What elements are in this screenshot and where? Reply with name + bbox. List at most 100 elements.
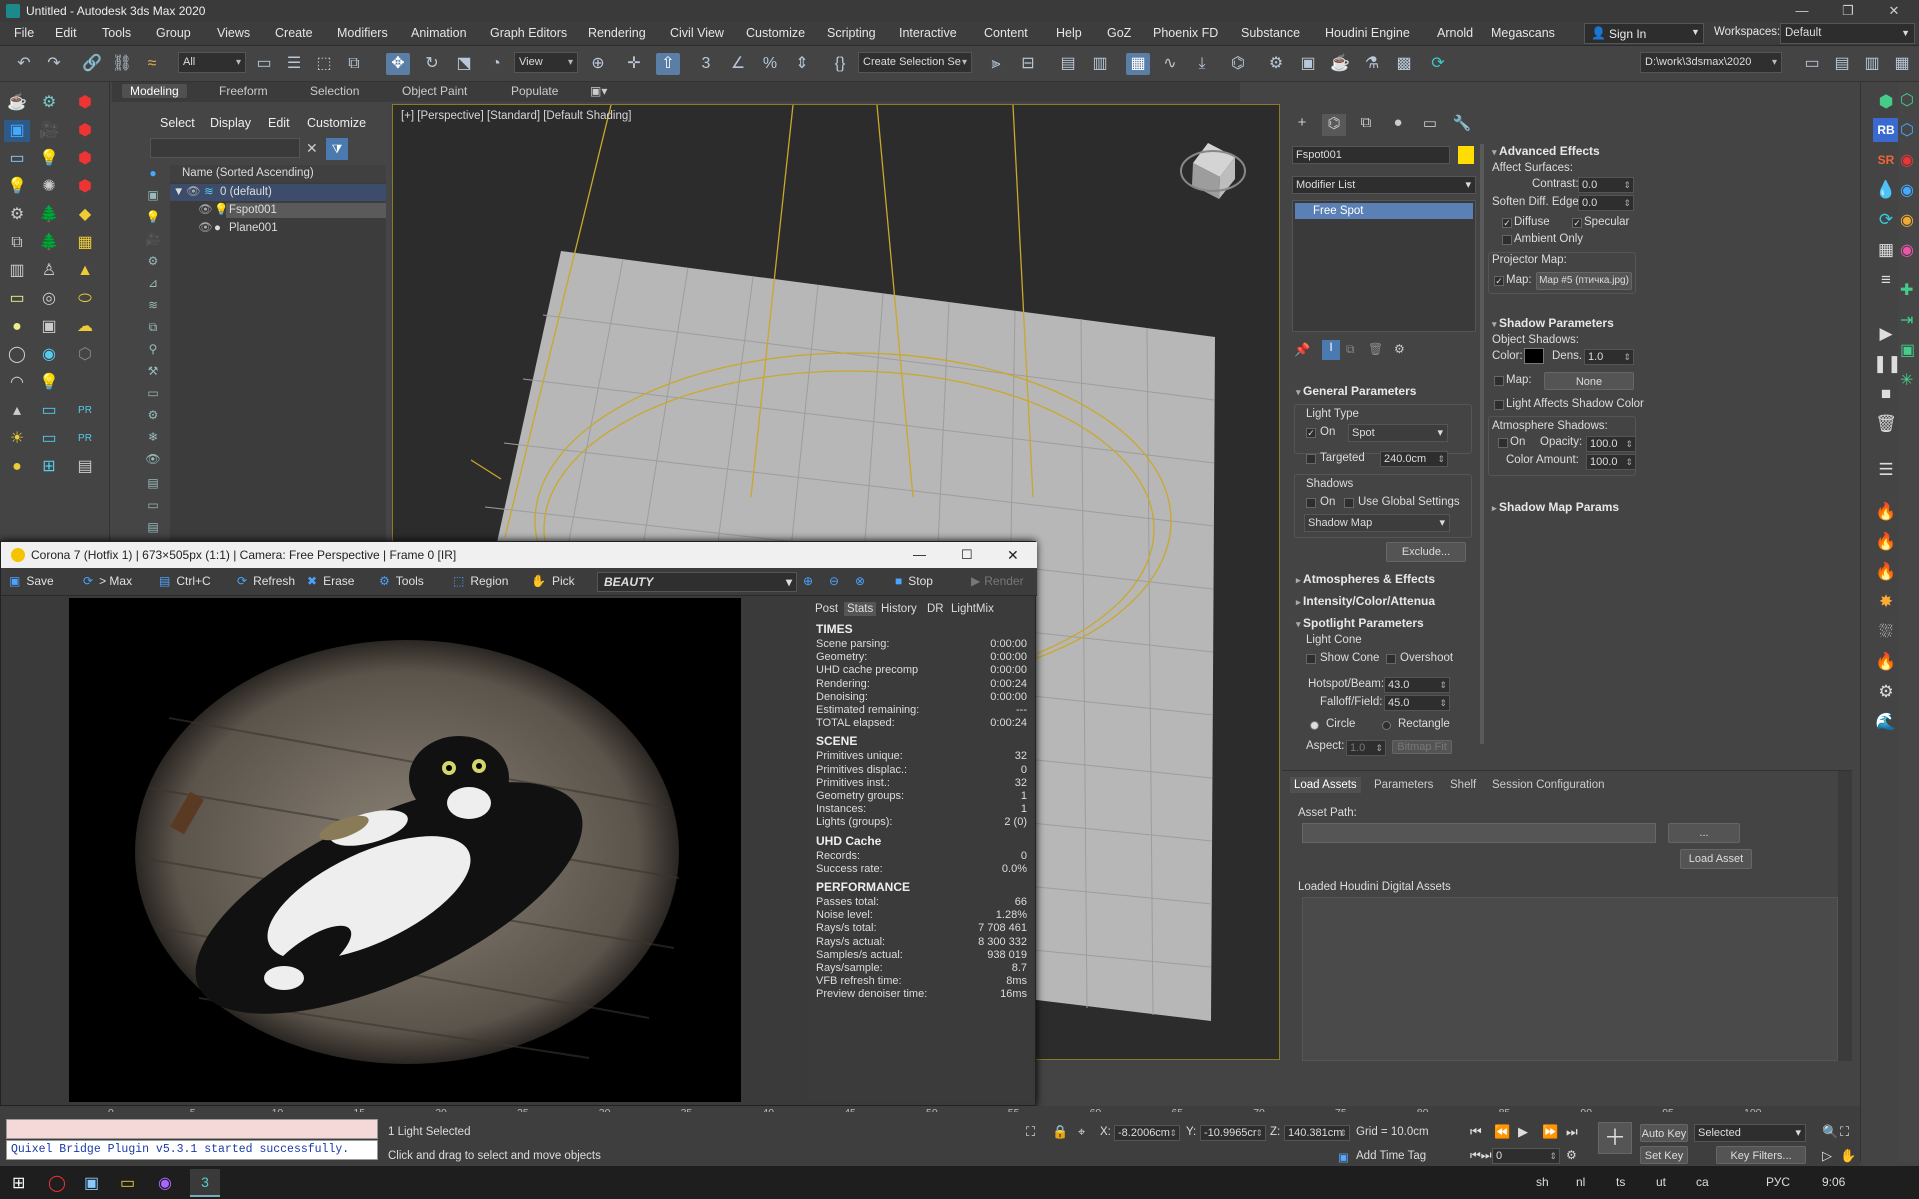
refresh-icon[interactable]: ⟳ <box>1873 208 1899 232</box>
simulate-icon[interactable]: ⚙ <box>1873 680 1899 704</box>
ribbon-toggle-icon[interactable]: ▣▾ <box>590 84 607 98</box>
keyboard-shortcut-icon[interactable]: ⇧ <box>656 53 680 75</box>
menu-graph-editors[interactable]: Graph Editors <box>490 26 567 40</box>
green-tool-icon[interactable]: ✚ <box>1900 280 1913 300</box>
menu-civil-view[interactable]: Civil View <box>670 26 724 40</box>
zoom-fit-icon[interactable]: ⊗ <box>855 574 865 588</box>
viewport-label[interactable]: [+] [Perspective] [Standard] [Default Sh… <box>401 110 631 122</box>
workspace-dropdown[interactable]: Default ▼ <box>1780 23 1915 44</box>
menu-modifiers[interactable]: Modifiers <box>337 26 388 40</box>
goto-end-icon[interactable]: ⏭ <box>1566 1124 1578 1140</box>
utilities-tab-icon[interactable]: 🔧 <box>1450 114 1474 136</box>
global-settings-checkbox[interactable] <box>1344 498 1354 508</box>
grid-icon[interactable]: ▦ <box>72 232 98 254</box>
hex-icon[interactable]: ⬡ <box>1900 90 1914 110</box>
spotlight-params-rollout[interactable]: Spotlight Parameters <box>1296 616 1424 630</box>
menu-animation[interactable]: Animation <box>411 26 467 40</box>
configure-sets-icon[interactable]: ⚙ <box>1394 342 1405 356</box>
fire-icon[interactable]: 🔥 <box>1873 500 1899 524</box>
select-icon[interactable]: ▣ <box>4 120 30 142</box>
green-box-icon[interactable]: ▣ <box>1900 340 1915 360</box>
percent-snap-icon[interactable]: % <box>758 53 782 75</box>
tree-row-fspot[interactable]: 👁 💡 Fspot001 <box>170 202 386 219</box>
select-by-name-icon[interactable]: ☰ <box>282 53 306 75</box>
menu-views[interactable]: Views <box>217 26 250 40</box>
ipr-icon[interactable]: ⬢ <box>72 148 98 170</box>
pr2-icon[interactable]: PR <box>72 428 98 450</box>
pivot-center-icon[interactable]: ⊕ <box>586 53 610 75</box>
key-filters-button[interactable]: Key Filters... <box>1716 1146 1806 1164</box>
stop-button[interactable]: ■ Stop <box>895 574 933 588</box>
vfb-minimize-icon[interactable]: — <box>913 542 926 568</box>
maxscript-output[interactable]: Quixel Bridge Plugin v5.3.1 started succ… <box>6 1140 378 1160</box>
time-config-icon[interactable]: ⚙ <box>1566 1148 1577 1162</box>
color-amount-spinner[interactable]: 100.0 <box>1586 454 1636 470</box>
houdini-scrollbar[interactable] <box>1838 771 1852 1061</box>
light-affects-checkbox[interactable] <box>1494 400 1504 410</box>
y-coord[interactable]: -10.9965cr <box>1200 1125 1266 1141</box>
tab-post[interactable]: Post <box>812 602 841 616</box>
shadow-params-rollout[interactable]: Shadow Parameters <box>1492 316 1614 330</box>
link-icon[interactable]: 🔗 <box>80 53 104 75</box>
diffuse-checkbox[interactable]: ✓ <box>1502 218 1512 228</box>
red-cube-icon[interactable]: ⬢ <box>72 120 98 142</box>
spinner-snap-icon[interactable]: ⇕ <box>790 53 814 75</box>
scale-icon[interactable]: ⬔ <box>452 53 476 75</box>
stack-item-free-spot[interactable]: Free Spot <box>1295 203 1473 219</box>
set-key-plus-button[interactable]: ＋ <box>1598 1122 1632 1154</box>
display-visible-icon[interactable]: 👁 <box>144 452 162 470</box>
isolate-icon[interactable]: ⛶ <box>1026 1124 1035 1140</box>
display-none-icon[interactable]: ● <box>144 166 162 184</box>
menu-houdini-engine[interactable]: Houdini Engine <box>1325 26 1410 40</box>
display-containers-icon[interactable]: ⚒ <box>144 364 162 382</box>
display-frozen-icon[interactable]: ▭ <box>144 386 162 404</box>
explorer-menu-edit[interactable]: Edit <box>268 116 290 130</box>
bind-spacewarp-icon[interactable]: ≈ <box>140 53 164 75</box>
column-header[interactable]: Name (Sorted Ascending) <box>170 165 386 182</box>
shadow-type-dropdown[interactable]: Shadow Map ▾ <box>1304 514 1450 532</box>
pin-stack-icon[interactable]: 📌 <box>1294 342 1310 358</box>
render-button[interactable]: ▶ Render <box>971 574 1024 588</box>
open-explorer-icon[interactable]: ▭ <box>1800 53 1824 75</box>
menu-edit[interactable]: Edit <box>55 26 77 40</box>
hotspot-spinner[interactable]: 43.0 <box>1384 677 1450 693</box>
shadow-map-button[interactable]: None <box>1544 372 1634 390</box>
pr-icon[interactable]: PR <box>72 400 98 422</box>
teapot-icon[interactable]: ☕ <box>4 92 30 114</box>
display-hidden-icon[interactable]: ⚙ <box>144 408 162 426</box>
next-frame-icon[interactable]: ⏩ <box>1542 1124 1558 1140</box>
sphere-red-icon[interactable]: ◉ <box>1900 150 1914 170</box>
tray-item[interactable]: ts <box>1616 1175 1625 1189</box>
display-tab-icon[interactable]: ▭ <box>1418 114 1442 136</box>
explorer-search-input[interactable] <box>150 138 300 158</box>
play-icon[interactable]: ▶ <box>1873 322 1899 346</box>
ambient-checkbox[interactable] <box>1502 235 1512 245</box>
menu-tools[interactable]: Tools <box>102 26 131 40</box>
language-indicator[interactable]: РУС <box>1766 1175 1790 1189</box>
load-asset-button[interactable]: Load Asset <box>1680 849 1752 869</box>
clock[interactable]: 9:06 <box>1822 1175 1845 1189</box>
menu-scripting[interactable]: Scripting <box>827 26 876 40</box>
explorer-icon[interactable]: ▭ <box>120 1173 135 1193</box>
node-icon[interactable]: ⚙ <box>4 204 30 226</box>
light-type-dropdown[interactable]: Spot ▾ <box>1348 424 1448 442</box>
render-production-icon[interactable]: ☕ <box>1328 53 1352 75</box>
panel-scrollbar[interactable] <box>1480 144 1484 744</box>
display-all-icon[interactable]: ❄ <box>144 430 162 448</box>
projector-map-button[interactable]: Map #5 (птичка.jpg) <box>1536 272 1632 290</box>
sphere-yellow-icon[interactable]: ◉ <box>1900 210 1914 230</box>
asset-path-input[interactable] <box>1302 823 1656 843</box>
selection-filter-dropdown[interactable]: All <box>178 52 246 73</box>
atmo-on-checkbox[interactable] <box>1498 438 1508 448</box>
frame-icon[interactable]: ▭ <box>36 428 62 450</box>
rv-icon[interactable]: ⬢ <box>72 92 98 114</box>
pan-icon[interactable]: ✋ <box>1840 1148 1856 1164</box>
tab-shelf[interactable]: Shelf <box>1446 777 1480 793</box>
motion-tab-icon[interactable]: ● <box>1386 114 1410 136</box>
menu-substance[interactable]: Substance <box>1241 26 1300 40</box>
z-coord[interactable]: 140.381cm <box>1284 1125 1350 1141</box>
stack-icon[interactable]: ≡ <box>1873 268 1899 292</box>
object-color-swatch[interactable] <box>1458 146 1474 164</box>
disc-light-icon[interactable]: ◯ <box>4 344 30 366</box>
sphere-pink-icon[interactable]: ◉ <box>1900 240 1914 260</box>
